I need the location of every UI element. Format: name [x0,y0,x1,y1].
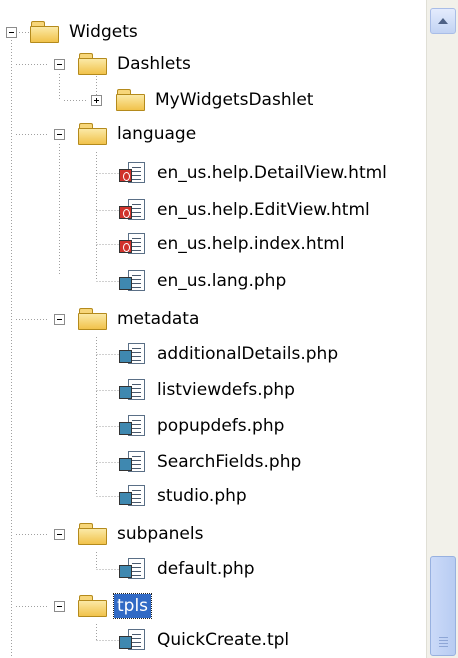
tree-node-file[interactable]: en_us.lang.php [118,263,289,299]
folder-icon [78,122,108,146]
tree-node-file[interactable]: popupdefs.php [118,408,287,444]
folder-icon [78,522,108,546]
folder-icon [78,307,108,331]
tree-node-label: additionalDetails.php [157,344,339,364]
tree-node-label: QuickCreate.tpl [157,630,290,650]
tree-node-file[interactable]: en_us.help.DetailView.html [118,155,390,191]
tree-node-label: default.php [157,559,255,579]
tree-node-file[interactable]: listviewdefs.php [118,372,298,408]
tree-node-label: metadata [117,309,200,329]
tree-node-file[interactable]: SearchFields.php [118,444,304,480]
folder-icon [116,88,146,112]
tree-node-label: listviewdefs.php [157,380,295,400]
tree-node-label: Dashlets [117,54,191,74]
tree-node-label: studio.php [157,486,247,506]
tree-node-file[interactable]: default.php [118,551,258,587]
collapse-toggle[interactable] [54,59,65,70]
tree-node-tpls[interactable]: tpls [78,588,153,624]
tree-node-file[interactable]: QuickCreate.tpl [118,622,292,658]
php-file-icon [118,269,148,293]
tree-node-label-selected: tpls [112,593,153,619]
php-file-icon [118,557,148,581]
php-file-icon [118,414,148,438]
php-file-icon [118,378,148,402]
expand-toggle[interactable] [91,95,102,106]
collapse-toggle[interactable] [54,529,65,540]
tree-node-file[interactable]: en_us.help.EditView.html [118,192,373,228]
folder-icon [78,594,108,618]
tree-node-language[interactable]: language [78,116,199,152]
tree-node-subpanels[interactable]: subpanels [78,516,206,552]
tree-node-label: en_us.help.EditView.html [157,200,370,220]
php-file-icon [118,628,148,652]
html-file-icon [118,161,148,185]
tree-node-mywidgetsdashlet[interactable]: MyWidgetsDashlet [116,82,316,118]
tree-node-label: subpanels [117,524,204,544]
vertical-scrollbar[interactable] [426,0,458,658]
tree-node-label: en_us.lang.php [157,271,287,291]
tree-node-label: language [117,124,197,144]
tree-node-metadata[interactable]: metadata [78,301,202,337]
tree-node-label: SearchFields.php [157,452,302,472]
html-file-icon [118,232,148,256]
tree-node-label: popupdefs.php [157,416,285,436]
scrollbar-thumb[interactable] [430,556,456,656]
tree-node-dashlets[interactable]: Dashlets [78,46,194,82]
chevron-up-icon[interactable] [430,8,456,34]
collapse-toggle[interactable] [54,314,65,325]
tree-node-file[interactable]: additionalDetails.php [118,336,341,372]
collapse-toggle[interactable] [6,27,17,38]
file-tree: Widgets Dashlets MyWidgetsDashlet langua… [0,0,426,658]
php-file-icon [118,342,148,366]
collapse-toggle[interactable] [54,129,65,140]
folder-icon [78,52,108,76]
tree-node-label: Widgets [69,22,138,42]
folder-icon [30,20,60,44]
php-file-icon [118,450,148,474]
tree-node-file[interactable]: en_us.help.index.html [118,226,348,262]
html-file-icon [118,198,148,222]
collapse-toggle[interactable] [54,601,65,612]
php-file-icon [118,484,148,508]
grip-icon [439,637,448,638]
tree-node-widgets[interactable]: Widgets [30,14,141,50]
tree-node-label: MyWidgetsDashlet [155,90,314,110]
tree-node-label: en_us.help.index.html [157,234,345,254]
tree-node-file[interactable]: studio.php [118,478,250,514]
tree-node-label: en_us.help.DetailView.html [157,163,387,183]
